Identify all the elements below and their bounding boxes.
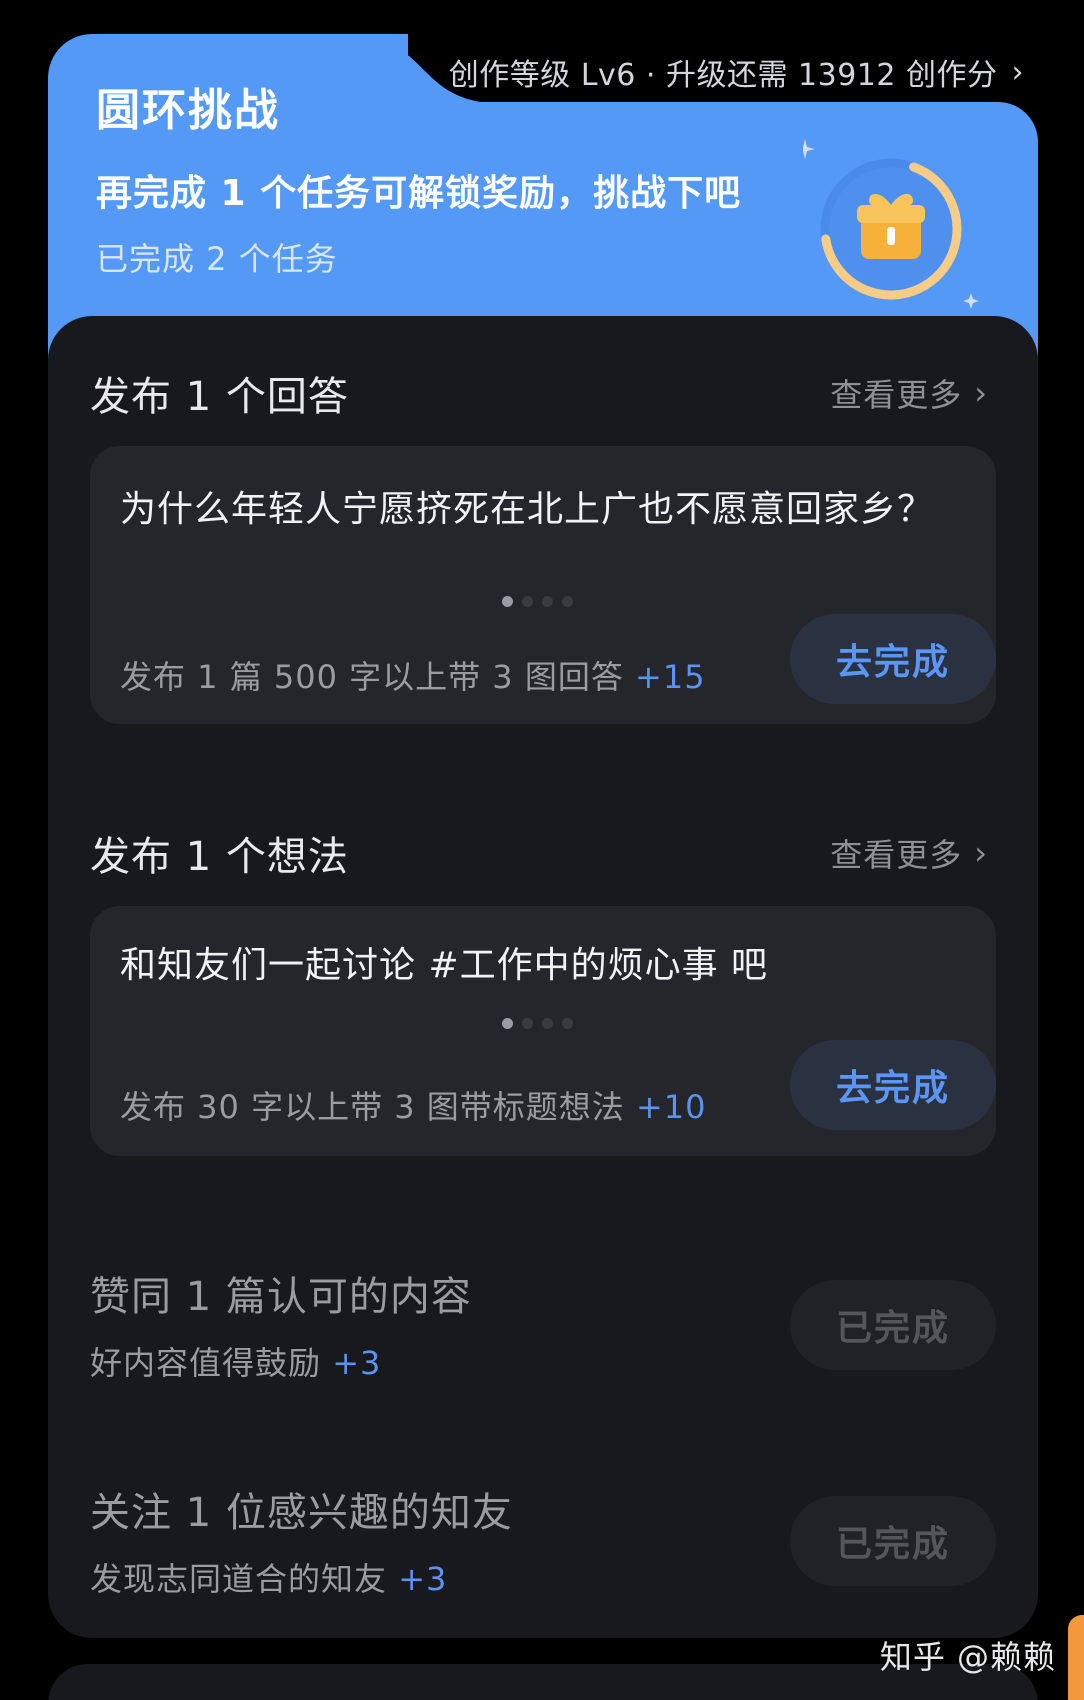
points-badge: +15 bbox=[635, 658, 706, 696]
sparkle-icon bbox=[963, 293, 979, 309]
carousel-dot bbox=[502, 1018, 513, 1029]
points-badge: +10 bbox=[635, 1088, 707, 1126]
task-title-upvote: 赞同 1 篇认可的内容 bbox=[90, 1274, 472, 1320]
creator-level-link[interactable]: 创作等级 Lv6 · 升级还需 13912 创作分 › bbox=[449, 50, 1024, 94]
task-description: 发现志同道合的知友 +3 bbox=[90, 1554, 447, 1600]
task-description-text: 好内容值得鼓励 bbox=[90, 1344, 322, 1382]
points-badge: +3 bbox=[398, 1560, 448, 1598]
task-description-text: 发布 1 篇 500 字以上带 3 图回答 bbox=[120, 658, 624, 696]
chevron-right-icon: › bbox=[974, 374, 988, 412]
chevron-right-icon: › bbox=[974, 834, 988, 872]
question-text[interactable]: 为什么年轻人宁愿挤死在北上广也不愿意回家乡？ bbox=[120, 480, 934, 532]
tasks-panel: 发布 1 个回答 查看更多 › 为什么年轻人宁愿挤死在北上广也不愿意回家乡？ 发… bbox=[48, 316, 1038, 1638]
carousel-dots bbox=[502, 596, 573, 607]
challenge-screen: 创作等级 Lv6 · 升级还需 13912 创作分 › 圆环挑战 再完成 1 个… bbox=[0, 0, 1084, 1700]
floating-edge-decoration bbox=[1068, 1615, 1084, 1700]
see-more-label: 查看更多 bbox=[830, 376, 963, 414]
carousel-dot bbox=[542, 1018, 553, 1029]
points-badge: +3 bbox=[332, 1344, 382, 1382]
task-description: 发布 1 篇 500 字以上带 3 图回答 +15 bbox=[120, 652, 706, 698]
see-more-answer-link[interactable]: 查看更多 › bbox=[830, 370, 988, 416]
carousel-dot bbox=[502, 596, 513, 607]
go-complete-button[interactable]: 去完成 bbox=[790, 1040, 996, 1130]
task-description: 发布 30 字以上带 3 图带标题想法 +10 bbox=[120, 1082, 706, 1128]
see-more-idea-link[interactable]: 查看更多 › bbox=[830, 830, 988, 876]
idea-task-card[interactable]: 和知友们一起讨论 #工作中的烦心事 吧 发布 30 字以上带 3 图带标题想法 … bbox=[90, 906, 996, 1156]
answer-task-card[interactable]: 为什么年轻人宁愿挤死在北上广也不愿意回家乡？ 发布 1 篇 500 字以上带 3… bbox=[90, 446, 996, 724]
section-title-idea: 发布 1 个想法 bbox=[90, 834, 349, 880]
completed-count: 已完成 2 个任务 bbox=[96, 240, 338, 278]
carousel-dot bbox=[562, 596, 573, 607]
challenge-subtitle: 再完成 1 个任务可解锁奖励，挑战下吧 bbox=[96, 173, 742, 214]
page-title: 圆环挑战 bbox=[96, 85, 280, 136]
creator-level-text: 创作等级 Lv6 · 升级还需 13912 创作分 bbox=[448, 58, 998, 93]
sparkle-icon bbox=[795, 139, 815, 159]
carousel-dots bbox=[502, 1018, 573, 1029]
watermark: 知乎 @赖赖 bbox=[879, 1638, 1056, 1676]
completed-button[interactable]: 已完成 bbox=[790, 1280, 996, 1370]
task-description-text: 发现志同道合的知友 bbox=[90, 1560, 388, 1598]
topic-text[interactable]: 和知友们一起讨论 #工作中的烦心事 吧 bbox=[120, 936, 768, 988]
section-title-answer: 发布 1 个回答 bbox=[90, 374, 349, 420]
carousel-dot bbox=[522, 596, 533, 607]
see-more-label: 查看更多 bbox=[830, 836, 963, 874]
go-complete-button[interactable]: 去完成 bbox=[790, 614, 996, 704]
reward-progress-ring[interactable] bbox=[795, 129, 1033, 329]
completed-button[interactable]: 已完成 bbox=[790, 1496, 996, 1586]
carousel-dot bbox=[562, 1018, 573, 1029]
carousel-dot bbox=[522, 1018, 533, 1029]
task-title-follow: 关注 1 位感兴趣的知友 bbox=[90, 1490, 513, 1536]
task-description-text: 发布 30 字以上带 3 图带标题想法 bbox=[120, 1088, 625, 1126]
carousel-dot bbox=[542, 596, 553, 607]
task-description: 好内容值得鼓励 +3 bbox=[90, 1338, 381, 1384]
chevron-right-icon: › bbox=[1011, 54, 1024, 90]
ring-challenge-card: 创作等级 Lv6 · 升级还需 13912 创作分 › 圆环挑战 再完成 1 个… bbox=[48, 34, 1038, 1638]
